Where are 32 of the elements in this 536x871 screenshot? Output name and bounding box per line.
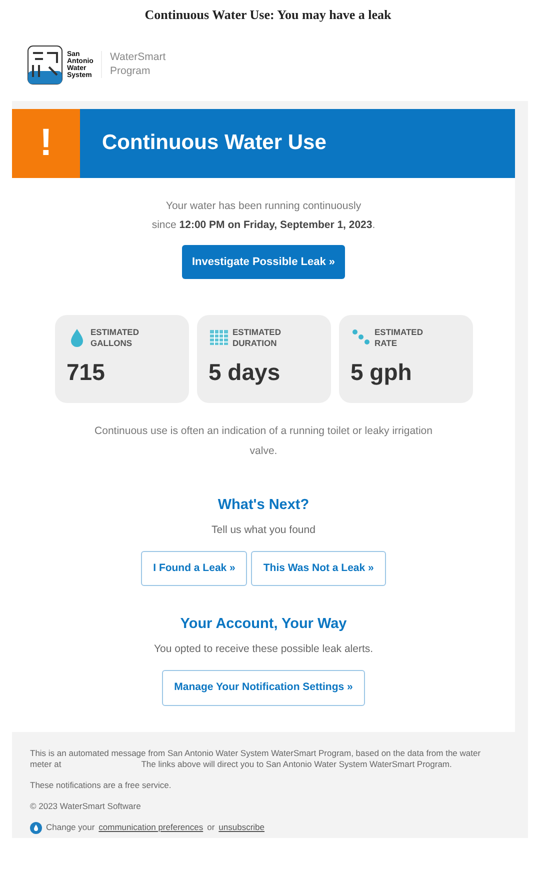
- investigate-button[interactable]: Investigate Possible Leak »: [182, 244, 346, 279]
- note-text: Continuous use is often an indication of a running toilet or leaky irrigation valve.: [94, 424, 434, 459]
- footer-text: Change your: [46, 822, 95, 834]
- response-button[interactable]: I Found a Leak »: [141, 550, 248, 586]
- banner-title: Continuous Water Use: [102, 130, 326, 156]
- section-subtitle: You opted to receive these possible leak alerts.: [152, 642, 374, 657]
- copyright-text: © 2023 WaterSmart Software: [30, 800, 142, 812]
- preferences-link[interactable]: communication preferences: [98, 822, 204, 834]
- section-heading: What's Next?: [216, 496, 310, 515]
- stat-value: 5 days: [208, 358, 282, 388]
- intro-text: since 12:00 PM on Friday, September 1, 2023.: [150, 218, 376, 232]
- calendar-icon: [208, 327, 228, 347]
- stat-label: ESTIMATED RATE: [374, 327, 424, 350]
- program-name: WaterSmart Program: [101, 51, 171, 78]
- unsubscribe-link[interactable]: unsubscribe: [218, 822, 264, 834]
- droplets-icon: [350, 327, 370, 347]
- email-subject: Continuous Water Use: You may have a leak: [144, 6, 392, 24]
- stat-label: ESTIMATED DURATION: [232, 327, 282, 350]
- notification-settings-button[interactable]: Manage Your Notification Settings »: [162, 670, 365, 706]
- stat-value: 715: [66, 358, 106, 388]
- footer-text: These notifications are a free service.: [30, 780, 172, 791]
- footer-text: or: [207, 822, 215, 834]
- logo-icon: [27, 44, 63, 84]
- intro-text: Your water has been running continuously: [164, 198, 362, 214]
- stat-value: 5 gph: [350, 358, 413, 388]
- drop-icon: [30, 822, 42, 834]
- stat-label: ESTIMATED GALLONS: [90, 327, 140, 350]
- section-subtitle: Tell us what you found: [210, 522, 316, 538]
- response-button[interactable]: This Was Not a Leak »: [251, 550, 386, 586]
- alert-icon: !: [12, 108, 80, 178]
- footer-notice: This is an automated message from San Antonio Water System WaterSmart Program, based on the data from the water meter at The links above will direct you to San Antonio Water System WaterSmart Program.: [30, 748, 482, 770]
- section-heading: Your Account, Your Way: [179, 615, 348, 634]
